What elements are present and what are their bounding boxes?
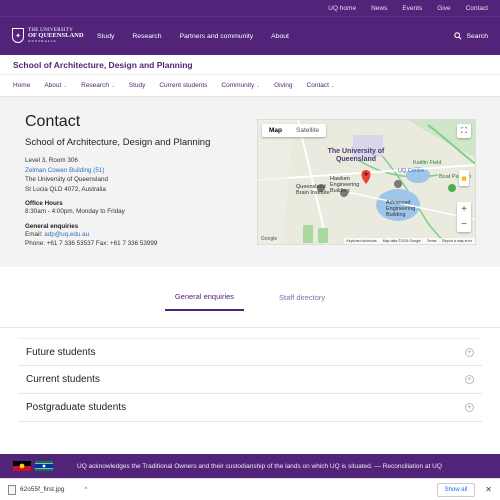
- subnav-contact[interactable]: Contact ⌄: [307, 82, 335, 89]
- torres-strait-flag-icon: [35, 461, 53, 471]
- close-icon[interactable]: ✕: [485, 485, 492, 494]
- subnav-giving[interactable]: Giving: [274, 82, 292, 89]
- download-bar: 62o55f_first.jpg ^ Show all ✕: [0, 478, 500, 500]
- chevron-down-icon: ⌄: [63, 82, 68, 88]
- file-icon: [8, 484, 16, 495]
- util-link-events[interactable]: Events: [402, 5, 422, 12]
- email-link[interactable]: adp@uq.edu.au: [44, 231, 89, 238]
- plus-icon: +: [465, 375, 474, 384]
- acknowledgement-text: UQ acknowledges the Traditional Owners a…: [77, 462, 442, 470]
- subnav-community[interactable]: Community ⌄: [221, 82, 260, 89]
- map-label-uq: The University of Queensland: [327, 148, 385, 163]
- acknowledgement-bar: UQ acknowledges the Traditional Owners a…: [0, 454, 500, 478]
- main-nav: ✦ THE UNIVERSITY OF QUEENSLAND AUSTRALIA…: [0, 16, 500, 55]
- util-link-contact[interactable]: Contact: [466, 5, 488, 12]
- nav-partners[interactable]: Partners and community: [179, 33, 253, 40]
- subnav-current-students[interactable]: Current students: [159, 82, 207, 89]
- nav-study[interactable]: Study: [97, 33, 114, 40]
- crest-icon: ✦: [12, 28, 24, 44]
- map-shortcuts-link[interactable]: Keyboard shortcuts: [347, 239, 377, 243]
- subnav-research[interactable]: Research ⌄: [81, 82, 115, 89]
- util-link-uq-home[interactable]: UQ home: [328, 5, 356, 12]
- map-type-toggle: Map Satellite: [262, 124, 327, 137]
- map-toggle-map[interactable]: Map: [262, 124, 289, 137]
- accordion-postgraduate-students[interactable]: Postgraduate students +: [18, 394, 482, 422]
- zoom-out-button[interactable]: −: [457, 217, 471, 232]
- map-label-qbi: Queensland Brain Institute: [296, 184, 330, 196]
- plus-icon: +: [465, 403, 474, 412]
- map-report-link[interactable]: Report a map error: [442, 239, 472, 243]
- map-toggle-satellite[interactable]: Satellite: [289, 124, 326, 137]
- uq-logo[interactable]: ✦ THE UNIVERSITY OF QUEENSLAND AUSTRALIA: [12, 28, 92, 44]
- tab-general-enquiries[interactable]: General enquiries: [164, 284, 245, 311]
- map-label-pavilion: Boat Pavilion: [439, 174, 472, 180]
- chevron-down-icon: ⌄: [110, 82, 115, 88]
- accordion-future-students[interactable]: Future students +: [18, 338, 482, 366]
- accordion-current-students[interactable]: Current students +: [18, 366, 482, 394]
- aboriginal-flag-icon: [13, 461, 31, 471]
- logo-wordmark: THE UNIVERSITY OF QUEENSLAND AUSTRALIA: [28, 28, 84, 44]
- sub-nav: Home About ⌄ Research ⌄ Study Current stud…: [0, 75, 500, 97]
- zoom-control: + −: [457, 202, 471, 232]
- map-data-text: Map data ©2024 Google: [382, 239, 421, 243]
- map-label-kaitlin: Kaitlin Field: [413, 160, 442, 166]
- map-label-hawken: Hawken Engineering Building: [330, 176, 360, 194]
- download-item[interactable]: 62o55f_first.jpg ^: [8, 484, 87, 495]
- map-footer: Keyboard shortcuts Map data ©2024 Google…: [343, 238, 475, 244]
- tab-staff-directory[interactable]: Staff directory: [269, 285, 335, 310]
- nav-about[interactable]: About: [271, 33, 289, 40]
- search-button[interactable]: Search: [454, 32, 488, 40]
- search-icon: [454, 32, 463, 40]
- zoom-in-button[interactable]: +: [457, 202, 471, 217]
- download-filename: 62o55f_first.jpg: [20, 486, 65, 493]
- map-label-advanced-eng: Advanced Engineering Building: [386, 200, 416, 218]
- subnav-study[interactable]: Study: [129, 82, 146, 89]
- chevron-down-icon: ⌄: [330, 82, 335, 88]
- map-label-uq-centre: UQ Centre: [398, 168, 425, 174]
- accordion: Future students + Current students + Pos…: [0, 338, 500, 422]
- subnav-home[interactable]: Home: [13, 82, 30, 89]
- chevron-down-icon: ⌄: [256, 82, 261, 88]
- campus-map[interactable]: The University of Queensland Hawken Engi…: [257, 119, 476, 245]
- util-link-news[interactable]: News: [371, 5, 387, 12]
- show-all-button[interactable]: Show all: [436, 482, 476, 497]
- contact-tabs: General enquiries Staff directory: [0, 267, 500, 328]
- school-bar: School of Architecture, Design and Plann…: [0, 55, 500, 75]
- subnav-about[interactable]: About ⌄: [44, 82, 67, 89]
- map-terms-link[interactable]: Terms: [427, 239, 437, 243]
- search-label: Search: [466, 32, 488, 40]
- plus-icon: +: [465, 347, 474, 357]
- chevron-up-icon[interactable]: ^: [84, 487, 87, 493]
- google-logo: Google: [261, 236, 278, 242]
- utility-bar: UQ home News Events Give Contact: [0, 0, 500, 16]
- school-title[interactable]: School of Architecture, Design and Plann…: [13, 60, 193, 70]
- pegman-icon[interactable]: ☻: [459, 170, 469, 186]
- fullscreen-icon[interactable]: ⛶: [457, 124, 471, 138]
- nav-research[interactable]: Research: [132, 33, 161, 40]
- util-link-give[interactable]: Give: [437, 5, 450, 12]
